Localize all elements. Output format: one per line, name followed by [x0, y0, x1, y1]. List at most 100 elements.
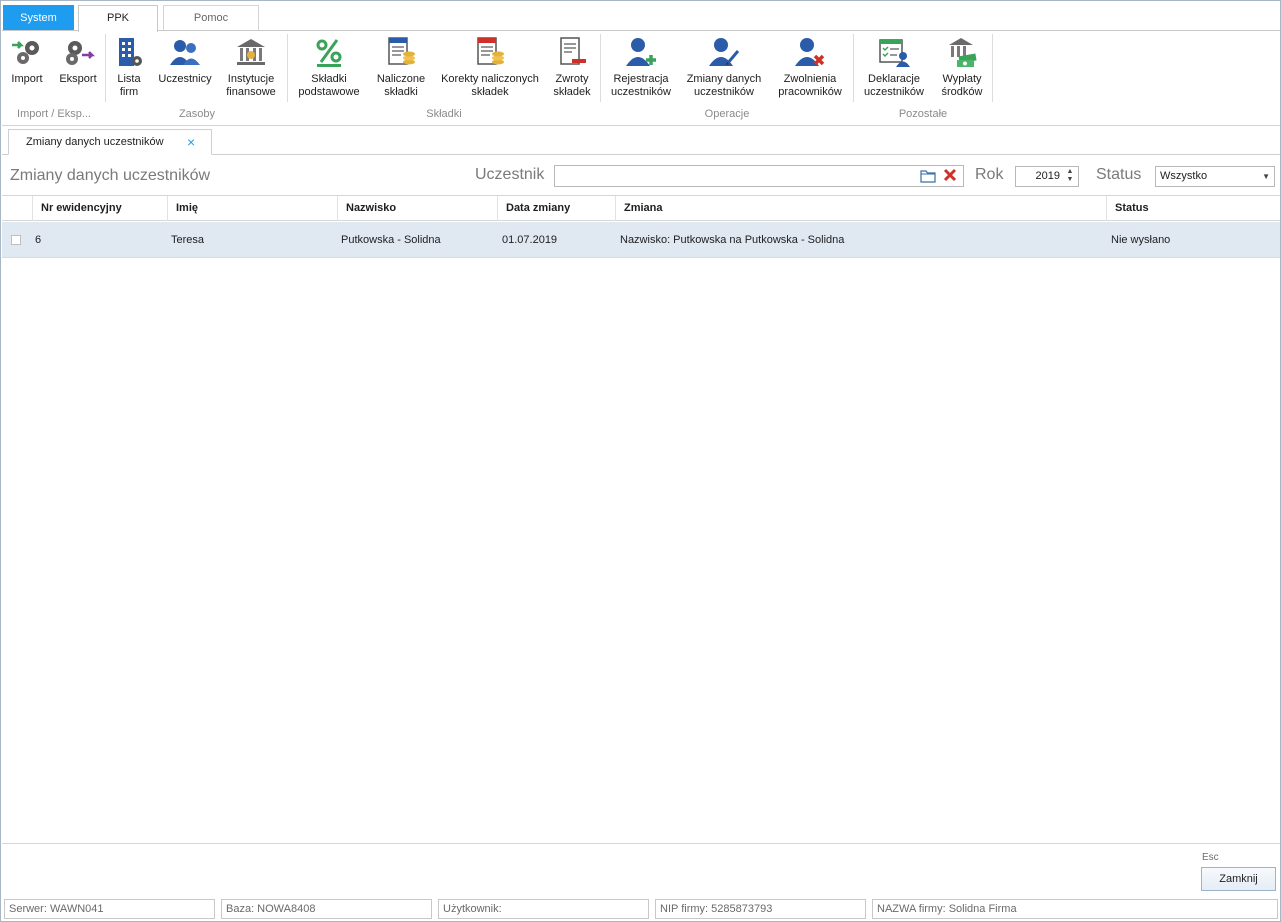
col-data-zmiany[interactable]: Data zmiany — [497, 196, 615, 221]
rejestracja-label-2: uczestników — [611, 86, 671, 98]
status-serwer: Serwer: WAWN041 — [4, 899, 215, 919]
doc-tab-zmiany[interactable]: Zmiany danych uczestników × — [8, 129, 212, 155]
document-coins-icon — [388, 37, 415, 65]
uczestnicy-label: Uczestnicy — [158, 73, 212, 85]
zwolnienia-label-2: pracowników — [778, 86, 842, 98]
deklaracje-label-1: Deklaracje — [868, 73, 920, 85]
rejestracja-label-1: Rejestracja — [613, 73, 669, 85]
status-uzytkownik: Użytkownik: — [438, 899, 649, 919]
chevron-down-icon: ▼ — [1262, 172, 1270, 181]
table-row[interactable]: 6 Teresa Putkowska - Solidna 01.07.2019 … — [2, 222, 1280, 258]
rok-label: Rok — [975, 166, 1004, 183]
clear-icon[interactable] — [942, 167, 958, 183]
spinner-arrows-icon[interactable]: ▲ ▼ — [1064, 168, 1076, 185]
zwroty-button[interactable]: Zwroty składek — [548, 31, 596, 103]
skladki-podstawowe-button[interactable]: Składki podstawowe — [292, 31, 366, 103]
rok-spinner[interactable]: 2019 ▲ ▼ — [1015, 166, 1079, 187]
zmiany-label-2: uczestników — [694, 86, 754, 98]
page-title: Zmiany danych uczestników — [10, 167, 211, 184]
wyplaty-button[interactable]: Wypłaty środków — [934, 31, 990, 103]
folder-icon[interactable] — [920, 169, 936, 183]
ribbon-separator — [600, 34, 601, 102]
user-add-icon — [626, 38, 656, 66]
ribbon-separator — [992, 34, 993, 102]
group-label-import-eksport: Import / Eksp... — [17, 108, 91, 120]
declaration-icon — [879, 39, 910, 67]
user-remove-icon — [795, 38, 825, 66]
eksport-label: Eksport — [59, 73, 97, 85]
eksport-button[interactable]: Eksport — [54, 31, 102, 103]
status-select-value: Wszystko — [1160, 170, 1208, 182]
zamknij-button[interactable]: Zamknij — [1201, 867, 1276, 891]
col-imie[interactable]: Imię — [167, 196, 337, 221]
korekty-label-1: Korekty naliczonych — [441, 73, 539, 85]
rejestracja-button[interactable]: Rejestracja uczestników — [605, 31, 677, 103]
zmiany-danych-button[interactable]: Zmiany danych uczestników — [682, 31, 766, 103]
bottom-panel: Esc Zamknij — [2, 843, 1280, 895]
lista-firm-label-2: firm — [119, 86, 139, 98]
rok-value: 2019 — [1035, 170, 1060, 182]
korekty-label-2: składek — [471, 86, 509, 98]
cell-imie: Teresa — [171, 234, 205, 246]
col-nazwisko[interactable]: Nazwisko — [337, 196, 497, 221]
deklaracje-button[interactable]: Deklaracje uczestników — [858, 31, 930, 103]
esc-shortcut-label: Esc — [1202, 852, 1219, 863]
data-grid: Nr ewidencyjny Imię Nazwisko Data zmiany… — [2, 195, 1280, 843]
korekty-button[interactable]: Korekty naliczonych składek — [436, 31, 544, 103]
row-checkbox[interactable] — [11, 235, 21, 245]
cell-nazwisko: Putkowska - Solidna — [341, 234, 441, 246]
tab-system[interactable]: System — [3, 5, 74, 31]
status-nip: NIP firmy: 5285873793 — [655, 899, 866, 919]
doc-tab-label: Zmiany danych uczestników — [26, 136, 164, 148]
skladki-podstawowe-label-2: podstawowe — [298, 86, 360, 98]
zwroty-label-1: Zwroty — [555, 73, 589, 85]
deklaracje-label-2: uczestników — [864, 86, 924, 98]
lista-firm-label-1: Lista — [117, 73, 141, 85]
tab-pomoc[interactable]: Pomoc — [163, 5, 259, 31]
ribbon: Import Eksport Lista firm Uczestnicy Ins… — [2, 30, 1280, 126]
instytucje-label-1: Instytucje — [227, 73, 275, 85]
document-coins-red-icon — [477, 37, 504, 65]
import-label: Import — [11, 73, 43, 85]
zwroty-label-2: składek — [553, 86, 591, 98]
status-select[interactable]: Wszystko ▼ — [1155, 166, 1275, 187]
col-nr-ewidencyjny[interactable]: Nr ewidencyjny — [32, 196, 167, 221]
instytucje-button[interactable]: Instytucje finansowe — [219, 31, 283, 103]
instytucje-label-2: finansowe — [226, 86, 276, 98]
uczestnik-input[interactable] — [554, 165, 964, 187]
grid-header: Nr ewidencyjny Imię Nazwisko Data zmiany… — [2, 196, 1280, 221]
naliczone-skladki-button[interactable]: Naliczone składki — [372, 31, 430, 103]
app-window: System PPK Pomoc Import Eksport Lista fi… — [0, 0, 1281, 922]
cell-zmiana: Nazwisko: Putkowska na Putkowska - Solid… — [620, 234, 845, 246]
export-gears-icon — [66, 41, 95, 65]
uczestnicy-button[interactable]: Uczestnicy — [155, 31, 215, 103]
status-bar: Serwer: WAWN041 Baza: NOWA8408 Użytkowni… — [2, 897, 1280, 921]
status-baza: Baza: NOWA8408 — [221, 899, 432, 919]
cell-nr: 6 — [35, 234, 42, 246]
document-tabs: Zmiany danych uczestników × — [2, 127, 1280, 155]
group-label-pozostale: Pozostałe — [898, 108, 948, 120]
zmiany-label-1: Zmiany danych — [686, 73, 762, 85]
ribbon-tabs: System PPK Pomoc — [3, 4, 1279, 32]
col-status[interactable]: Status — [1106, 196, 1280, 221]
status-label: Status — [1096, 166, 1142, 183]
tab-ppk[interactable]: PPK — [78, 5, 158, 32]
lista-firm-button[interactable]: Lista firm — [109, 31, 149, 103]
filter-bar: Zmiany danych uczestników Uczestnik Rok … — [2, 156, 1280, 194]
wyplaty-label-2: środków — [941, 86, 983, 98]
zwolnienia-button[interactable]: Zwolnienia pracowników — [771, 31, 849, 103]
group-label-skladki: Składki — [426, 108, 462, 120]
group-label-operacje: Operacje — [704, 108, 750, 120]
naliczone-label-1: Naliczone — [376, 73, 426, 85]
import-button[interactable]: Import — [5, 31, 49, 103]
bank-money-icon — [949, 38, 977, 67]
cell-data: 01.07.2019 — [502, 234, 558, 246]
wyplaty-label-1: Wypłaty — [942, 73, 982, 85]
building-icon — [119, 38, 142, 66]
col-zmiana[interactable]: Zmiana — [615, 196, 1106, 221]
ribbon-separator — [287, 34, 288, 102]
percent-icon — [316, 39, 342, 67]
ribbon-separator — [853, 34, 854, 102]
cell-status: Nie wysłano — [1111, 234, 1171, 246]
close-icon[interactable]: × — [187, 130, 195, 154]
